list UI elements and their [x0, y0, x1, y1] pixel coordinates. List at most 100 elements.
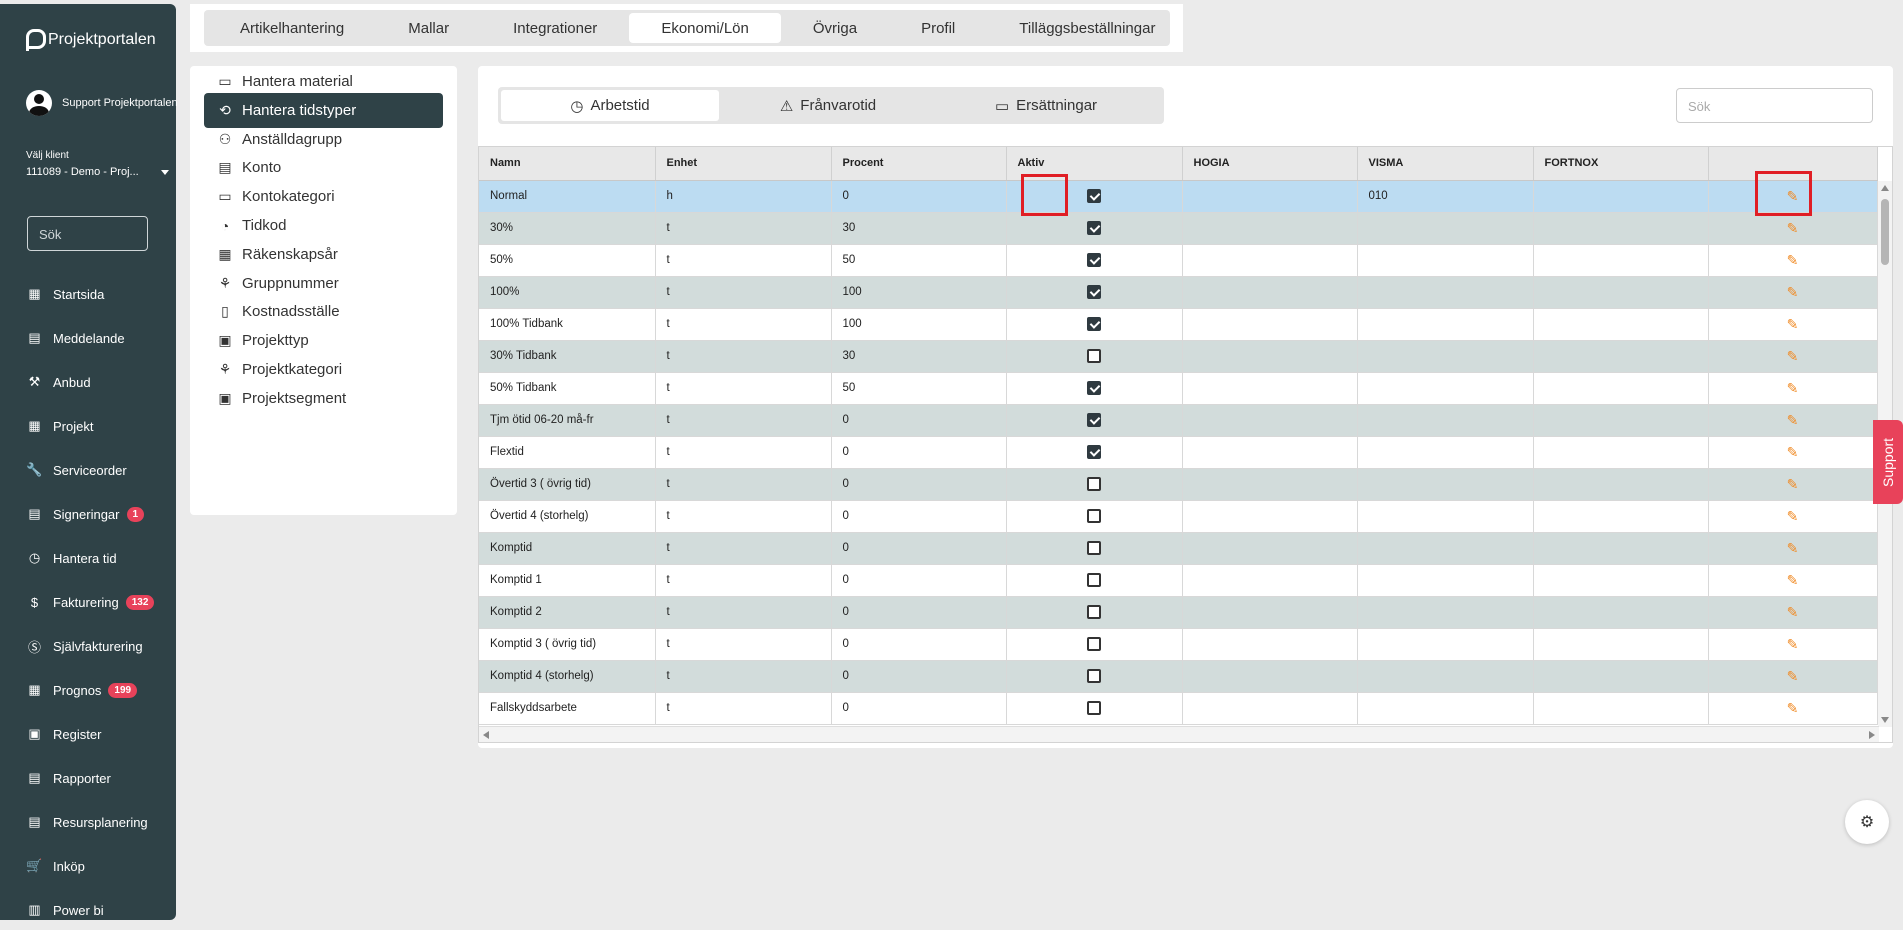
- aktiv-checkbox[interactable]: [1087, 445, 1101, 459]
- pencil-icon[interactable]: ✎: [1787, 668, 1799, 684]
- pencil-icon[interactable]: ✎: [1787, 380, 1799, 396]
- cell-procent: 0: [831, 500, 1007, 533]
- pencil-icon[interactable]: ✎: [1787, 412, 1799, 428]
- tab-integrationer[interactable]: Integrationer: [481, 13, 629, 43]
- pencil-icon[interactable]: ✎: [1787, 572, 1799, 588]
- pencil-icon[interactable]: ✎: [1787, 284, 1799, 300]
- aktiv-checkbox[interactable]: [1087, 253, 1101, 267]
- aktiv-checkbox[interactable]: [1087, 221, 1101, 235]
- tab-profil[interactable]: Profil: [889, 13, 987, 43]
- column-header-enhet[interactable]: Enhet: [655, 147, 832, 181]
- table-row[interactable]: 50% t 50 ✎: [479, 244, 1878, 277]
- pencil-icon[interactable]: ✎: [1787, 476, 1799, 492]
- scroll-left-icon[interactable]: [483, 731, 489, 739]
- pencil-icon[interactable]: ✎: [1787, 220, 1799, 236]
- pencil-icon[interactable]: ✎: [1787, 636, 1799, 652]
- sidebar-item-självfakturering[interactable]: Ⓢ Självfakturering: [27, 624, 172, 668]
- sidebar-item-power-bi[interactable]: ▥ Power bi: [27, 888, 172, 930]
- sidebar-item-fakturering[interactable]: $ Fakturering 132: [27, 580, 172, 624]
- gear-icon[interactable]: ⚙: [1845, 800, 1889, 844]
- user-menu[interactable]: Support Projektportalen: [26, 90, 178, 116]
- scroll-right-icon[interactable]: [1869, 731, 1875, 739]
- scroll-thumb[interactable]: [1881, 199, 1889, 265]
- table-row[interactable]: Komptid 4 (storhelg) t 0 ✎: [479, 660, 1878, 693]
- sidebar-item-prognos[interactable]: ▦ Prognos 199: [27, 668, 172, 712]
- table-row[interactable]: Fallskyddsarbete t 0 ✎: [479, 692, 1878, 725]
- sidebar-search-input[interactable]: Sök: [27, 216, 148, 251]
- tab-tilläggsbeställningar[interactable]: Tilläggsbeställningar: [987, 13, 1187, 43]
- brand[interactable]: Projektportalen: [26, 29, 156, 51]
- table-row[interactable]: Komptid 2 t 0 ✎: [479, 596, 1878, 629]
- pencil-icon[interactable]: ✎: [1787, 604, 1799, 620]
- aktiv-checkbox[interactable]: [1087, 477, 1101, 491]
- table-row[interactable]: Komptid 3 ( övrig tid) t 0 ✎: [479, 628, 1878, 661]
- column-header-namn[interactable]: Namn: [479, 147, 656, 181]
- segment-frånvarotid[interactable]: ⚠ Frånvarotid: [719, 90, 937, 121]
- table-row[interactable]: 30% t 30 ✎: [479, 212, 1878, 245]
- tab-mallar[interactable]: Mallar: [376, 13, 481, 43]
- column-header-hogia[interactable]: HOGIA: [1182, 147, 1358, 181]
- aktiv-checkbox[interactable]: [1087, 573, 1101, 587]
- aktiv-checkbox[interactable]: [1087, 189, 1101, 203]
- aktiv-checkbox[interactable]: [1087, 701, 1101, 715]
- tab-ekonomi-lön[interactable]: Ekonomi/Lön: [629, 13, 781, 43]
- sidebar-item-label: Prognos: [53, 682, 102, 698]
- sidebar-item-label: Projekt: [53, 418, 94, 434]
- pencil-icon[interactable]: ✎: [1787, 444, 1799, 460]
- tab-artikelhantering[interactable]: Artikelhantering: [208, 13, 376, 43]
- aktiv-checkbox[interactable]: [1087, 669, 1101, 683]
- column-header-visma[interactable]: VISMA: [1357, 147, 1534, 181]
- table-row[interactable]: 100% Tidbank t 100 ✎: [479, 308, 1878, 341]
- table-row[interactable]: 100% t 100 ✎: [479, 276, 1878, 309]
- sidebar-item-register[interactable]: ▣ Register: [27, 712, 172, 756]
- sidebar-item-rapporter[interactable]: ▤ Rapporter: [27, 756, 172, 800]
- sidebar-item-projekt[interactable]: ▦ Projekt: [27, 404, 172, 448]
- scroll-up-icon[interactable]: [1881, 185, 1889, 191]
- column-header-fortnox[interactable]: FORTNOX: [1533, 147, 1709, 181]
- table-row[interactable]: Komptid t 0 ✎: [479, 532, 1878, 565]
- sidebar-item-meddelande[interactable]: ▤ Meddelande: [27, 316, 172, 360]
- pencil-icon[interactable]: ✎: [1787, 348, 1799, 364]
- aktiv-checkbox[interactable]: [1087, 317, 1101, 331]
- pencil-icon[interactable]: ✎: [1787, 316, 1799, 332]
- sidebar-item-startsida[interactable]: ▦ Startsida: [27, 272, 172, 316]
- group-icon: ⚇: [218, 131, 232, 147]
- search-input[interactable]: Sök: [1676, 88, 1873, 123]
- support-button[interactable]: Support: [1873, 420, 1903, 504]
- tab-övriga[interactable]: Övriga: [781, 13, 889, 43]
- table-row[interactable]: Tjm ötid 06-20 må-fr t 0 ✎: [479, 404, 1878, 437]
- segment-arbetstid[interactable]: ◷ Arbetstid: [501, 90, 719, 121]
- submenu-item-projektsegment[interactable]: ▣ Projektsegment: [204, 381, 443, 416]
- pencil-icon[interactable]: ✎: [1787, 252, 1799, 268]
- table-row[interactable]: 50% Tidbank t 50 ✎: [479, 372, 1878, 405]
- table-row[interactable]: 30% Tidbank t 30 ✎: [479, 340, 1878, 373]
- scroll-down-icon[interactable]: [1881, 717, 1889, 723]
- sidebar-item-inköp[interactable]: 🛒 Inköp: [26, 844, 172, 888]
- column-header-procent[interactable]: Procent: [831, 147, 1007, 181]
- segment-ersättningar[interactable]: ▭ Ersättningar: [937, 90, 1155, 121]
- table-row[interactable]: Normal h 0 010 ✎: [479, 180, 1878, 213]
- pencil-icon[interactable]: ✎: [1787, 540, 1799, 556]
- aktiv-checkbox[interactable]: [1087, 285, 1101, 299]
- aktiv-checkbox[interactable]: [1087, 509, 1101, 523]
- table-row[interactable]: Flextid t 0 ✎: [479, 436, 1878, 469]
- sidebar-item-resursplanering[interactable]: ▤ Resursplanering: [27, 800, 172, 844]
- horizontal-scrollbar[interactable]: [479, 726, 1879, 742]
- grid-icon: ▦: [28, 682, 41, 697]
- table-row[interactable]: Övertid 4 (storhelg) t 0 ✎: [479, 500, 1878, 533]
- client-select[interactable]: Välj klient 111089 - Demo - Proj...: [26, 148, 169, 180]
- table-row[interactable]: Övertid 3 ( övrig tid) t 0 ✎: [479, 468, 1878, 501]
- sidebar-item-anbud[interactable]: ⚒ Anbud: [27, 360, 172, 404]
- sidebar-item-hantera-tid[interactable]: ◷ Hantera tid: [27, 536, 172, 580]
- pencil-icon[interactable]: ✎: [1787, 508, 1799, 524]
- sidebar-item-signeringar[interactable]: ▤ Signeringar 1: [27, 492, 172, 536]
- aktiv-checkbox[interactable]: [1087, 413, 1101, 427]
- aktiv-checkbox[interactable]: [1087, 605, 1101, 619]
- sidebar-item-serviceorder[interactable]: 🔧 Serviceorder: [26, 448, 172, 492]
- pencil-icon[interactable]: ✎: [1787, 700, 1799, 716]
- aktiv-checkbox[interactable]: [1087, 381, 1101, 395]
- aktiv-checkbox[interactable]: [1087, 637, 1101, 651]
- aktiv-checkbox[interactable]: [1087, 541, 1101, 555]
- aktiv-checkbox[interactable]: [1087, 349, 1101, 363]
- table-row[interactable]: Komptid 1 t 0 ✎: [479, 564, 1878, 597]
